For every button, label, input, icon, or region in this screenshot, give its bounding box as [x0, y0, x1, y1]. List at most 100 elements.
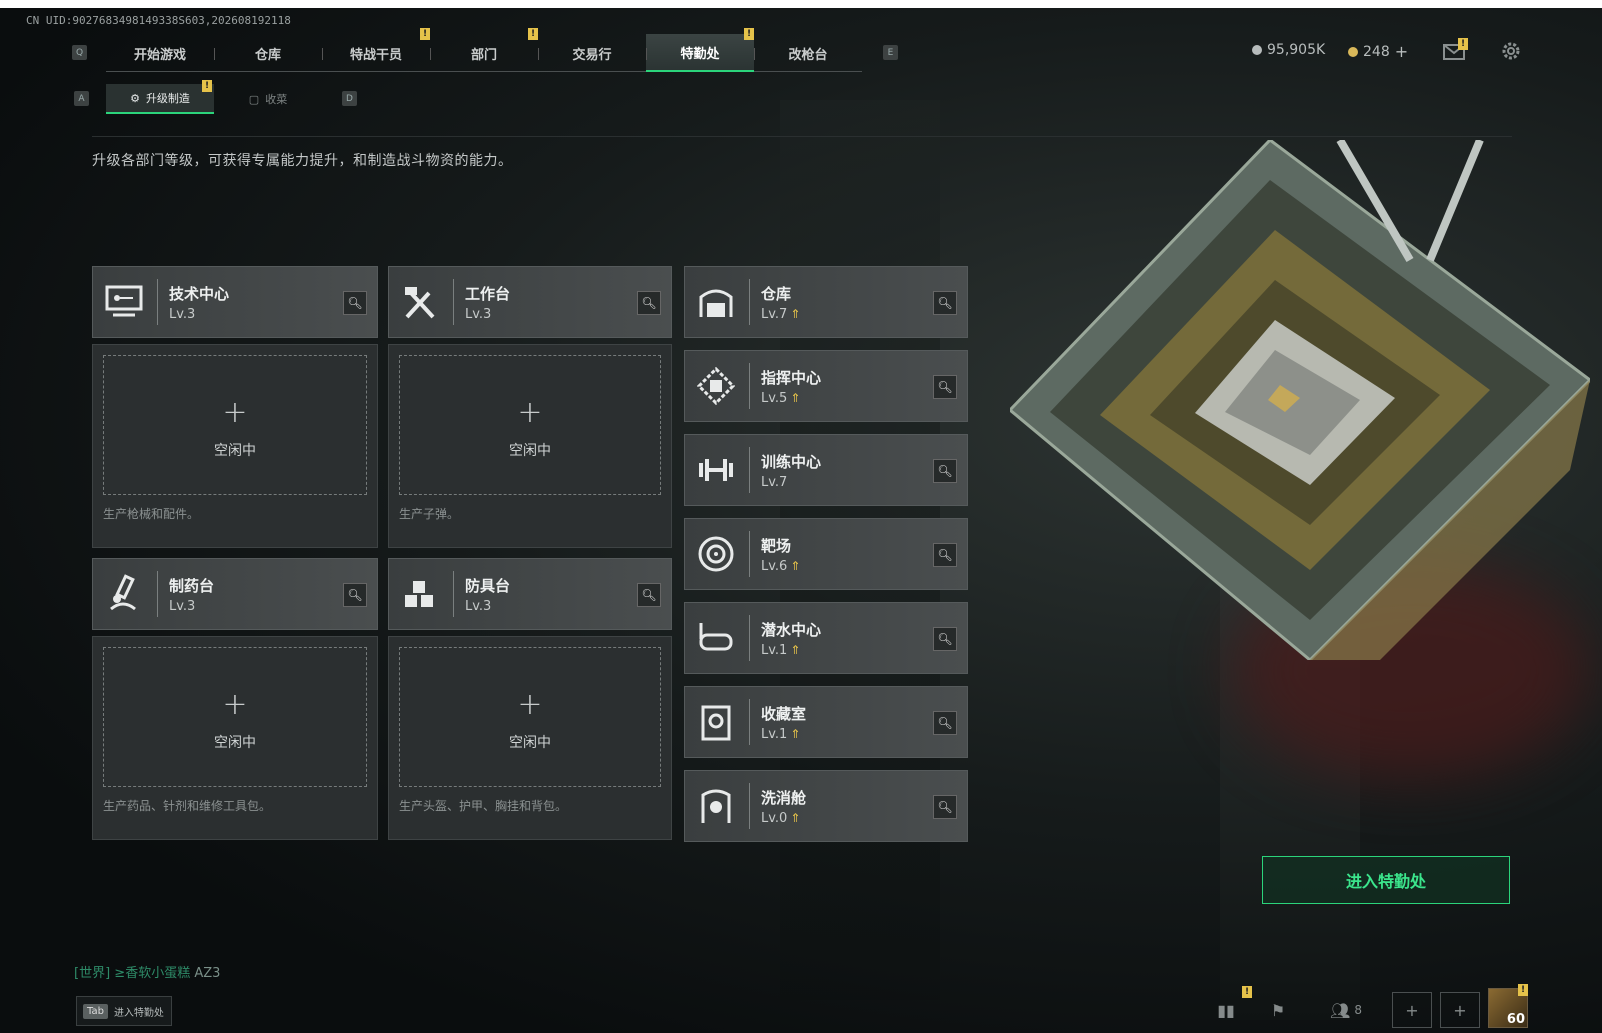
upgrade-arrow-icon: ⇑: [790, 559, 801, 573]
dept-level: Lv.1 ⇑: [761, 643, 800, 658]
tab-warehouse[interactable]: 仓库: [214, 34, 322, 72]
dept-level-text: Lv.7: [761, 307, 788, 322]
dept-level-text: Lv.1: [761, 643, 788, 658]
subtab-upgrade-craft[interactable]: ⚙ 升级制造 !: [106, 80, 214, 114]
subnav-prev-key[interactable]: A: [74, 91, 89, 106]
cube-structure-illustration: [1010, 140, 1590, 660]
invite-slot-1[interactable]: +: [1392, 992, 1432, 1028]
subtab-collect[interactable]: ▢ 收菜: [214, 84, 322, 114]
dept-level: Lv.7 ⇑: [761, 307, 800, 322]
card-separator: [749, 279, 750, 325]
search-icon: 🔍︎: [937, 632, 953, 646]
inspect-button[interactable]: 🔍︎: [343, 291, 367, 315]
search-icon: 🔍︎: [937, 716, 953, 730]
inspect-button[interactable]: 🔍︎: [637, 583, 661, 607]
stats-bar-icon[interactable]: ▮▮: [1206, 992, 1246, 1028]
nav-next-key[interactable]: E: [883, 45, 898, 60]
inspect-button[interactable]: 🔍︎: [933, 795, 957, 819]
dept-card-target-range[interactable]: 靶场 Lv.6 ⇑ 🔍︎: [684, 518, 968, 590]
search-icon: 🔍︎: [347, 588, 363, 602]
station-card-tech-center[interactable]: 技术中心 Lv.3 🔍︎: [92, 266, 378, 338]
tech-center-icon: [105, 285, 143, 317]
silver-amount: 95,905K: [1267, 42, 1326, 58]
station-level: Lv.3: [465, 307, 491, 322]
upgrade-arrow-icon: ⇑: [790, 391, 801, 405]
dept-card-decon-pod[interactable]: 洗消舱 Lv.0 ⇑ 🔍︎: [684, 770, 968, 842]
station-card-pharmacy[interactable]: 制药台 Lv.3 🔍︎: [92, 558, 378, 630]
nav-prev-key[interactable]: Q: [72, 45, 87, 60]
inspect-button[interactable]: 🔍︎: [343, 583, 367, 607]
card-separator: [749, 699, 750, 745]
tab-gunsmith[interactable]: 改枪台: [754, 34, 862, 72]
tab-start-game[interactable]: 开始游戏: [106, 34, 214, 72]
station-name: 技术中心: [169, 285, 230, 303]
inspect-button[interactable]: 🔍︎: [933, 711, 957, 735]
slot-frame: + 空闲中: [103, 355, 367, 495]
enter-special-ops-button[interactable]: 进入特勤处: [1262, 856, 1510, 904]
slot-description: 生产头盔、护甲、胸挂和背包。: [399, 799, 568, 813]
station-level-text: Lv.3: [465, 599, 492, 614]
slot-frame: + 空闲中: [399, 355, 661, 495]
slot-description: 生产药品、针剂和维修工具包。: [103, 799, 272, 813]
dept-level-text: Lv.6: [761, 559, 788, 574]
station-level-text: Lv.3: [169, 307, 196, 322]
dept-name: 潜水中心: [761, 621, 822, 639]
dept-name: 仓库: [761, 285, 792, 303]
inspect-button[interactable]: 🔍︎: [637, 291, 661, 315]
add-gold-icon[interactable]: +: [1395, 42, 1408, 61]
dept-card-training-center[interactable]: 训练中心 Lv.7 🔍︎: [684, 434, 968, 506]
production-slot-pharmacy[interactable]: + 空闲中 生产药品、针剂和维修工具包。: [92, 636, 378, 840]
slot-status: 空闲中: [509, 735, 551, 751]
dept-card-dive-center[interactable]: 潜水中心 Lv.1 ⇑ 🔍︎: [684, 602, 968, 674]
station-card-workbench[interactable]: 工作台 Lv.3 🔍︎: [388, 266, 672, 338]
slot-description: 生产子弹。: [399, 507, 460, 521]
add-icon: +: [517, 395, 543, 430]
subtab-label: 升级制造: [145, 92, 190, 105]
window-top-edge: [0, 0, 1602, 8]
tab-label: 部门: [470, 47, 497, 63]
page-description: 升级各部门等级，可获得专属能力提升，和制造战斗物资的能力。: [92, 153, 513, 169]
tab-special-ops[interactable]: 特勤处!: [646, 28, 754, 72]
tab-label: 特战干员: [349, 47, 402, 63]
inspect-button[interactable]: 🔍︎: [933, 375, 957, 399]
production-slot-tech-center[interactable]: + 空闲中 生产枪械和配件。: [92, 344, 378, 548]
alert-badge: !: [1518, 984, 1528, 996]
station-card-armor-bench[interactable]: 防具台 Lv.3 🔍︎: [388, 558, 672, 630]
tab-hint-button[interactable]: Tab 进入特勤处: [76, 996, 172, 1026]
production-slot-workbench[interactable]: + 空闲中 生产子弹。: [388, 344, 672, 548]
invite-slot-2[interactable]: +: [1440, 992, 1480, 1028]
production-slot-armor-bench[interactable]: + 空闲中 生产头盔、护甲、胸挂和背包。: [388, 636, 672, 840]
box-icon: ▢: [248, 92, 260, 106]
dept-card-collection-room[interactable]: 收藏室 Lv.1 ⇑ 🔍︎: [684, 686, 968, 758]
tab-label: 特勤处: [680, 46, 720, 62]
search-icon: 🔍︎: [937, 800, 953, 814]
world-chat-line[interactable]: [世界] ≥香软小蛋糕 AZ3: [74, 962, 220, 981]
gold-currency[interactable]: 248 +: [1348, 42, 1408, 61]
upgrade-arrow-icon: ⇑: [790, 727, 801, 741]
dept-card-warehouse[interactable]: 仓库 Lv.7 ⇑ 🔍︎: [684, 266, 968, 338]
inspect-button[interactable]: 🔍︎: [933, 291, 957, 315]
add-icon: +: [517, 687, 543, 722]
alert-badge: !: [420, 28, 430, 40]
tab-departments[interactable]: 部门!: [430, 28, 538, 72]
search-icon: 🔍︎: [937, 380, 953, 394]
upgrade-arrow-icon: ⇑: [790, 811, 801, 825]
search-icon: 🔍︎: [937, 296, 953, 310]
dept-name: 收藏室: [761, 705, 807, 723]
inspect-button[interactable]: 🔍︎: [933, 627, 957, 651]
settings-gear-icon[interactable]: [1500, 40, 1522, 62]
card-separator: [749, 447, 750, 493]
flag-icon[interactable]: ⚑: [1258, 992, 1298, 1028]
silver-currency[interactable]: 95,905K: [1252, 42, 1325, 58]
subnav-next-key[interactable]: D: [342, 91, 357, 106]
uid-label: CN UID:9027683498149338S603,202608192118: [26, 14, 291, 27]
inspect-button[interactable]: 🔍︎: [933, 459, 957, 483]
dept-card-command-center[interactable]: 指挥中心 Lv.5 ⇑ 🔍︎: [684, 350, 968, 422]
chat-channel: [世界]: [74, 966, 111, 981]
mail-alert-badge: !: [1458, 38, 1468, 50]
tab-market[interactable]: 交易行: [538, 34, 646, 72]
friends-button[interactable]: 👥︎ 8: [1318, 992, 1374, 1028]
plus-icon: +: [1405, 1000, 1419, 1020]
inspect-button[interactable]: 🔍︎: [933, 543, 957, 567]
tab-operators[interactable]: 特战干员!: [322, 28, 430, 72]
